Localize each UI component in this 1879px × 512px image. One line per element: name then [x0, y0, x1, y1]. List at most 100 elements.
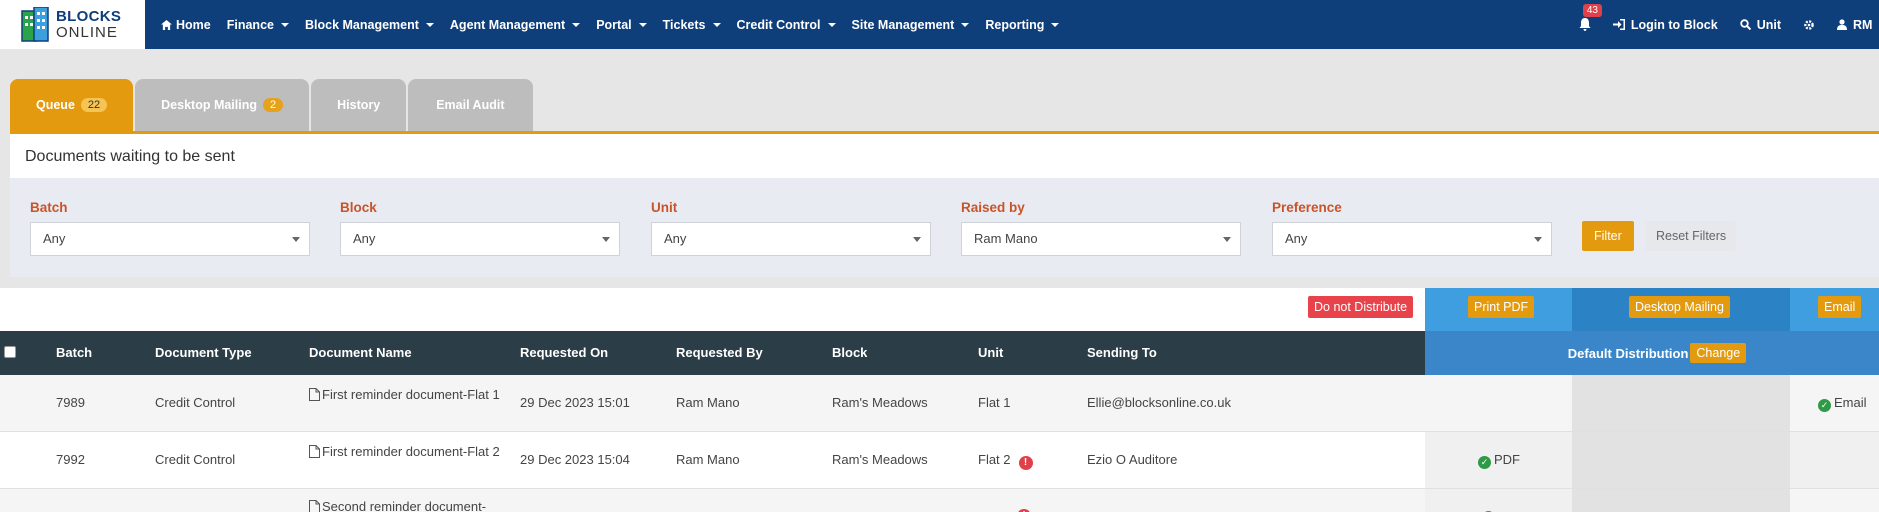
nav-credit-control[interactable]: Credit Control	[729, 18, 844, 32]
raised-by-select[interactable]: Ram Mano	[961, 222, 1241, 256]
chevron-down-icon	[425, 22, 434, 27]
row-requested-by: Ram Mano	[676, 395, 740, 410]
row-document-type: Credit Control	[155, 452, 236, 467]
desktop-mailing-cell	[1572, 375, 1790, 431]
row-sending-to: Ellie@blocksonline.co.uk	[1087, 395, 1231, 410]
raised-by-filter-label: Raised by	[961, 200, 1025, 215]
nav-tickets[interactable]: Tickets	[655, 18, 729, 32]
nav-block-management[interactable]: Block Management	[297, 18, 442, 32]
nav-portal[interactable]: Portal	[588, 18, 654, 32]
print-pdf-button[interactable]: Print PDF	[1468, 296, 1535, 318]
nav-home-label: Home	[176, 17, 211, 32]
block-select-value: Any	[353, 231, 376, 246]
header-requested-by[interactable]: Requested By	[676, 345, 763, 360]
row-document-name-link[interactable]: Second reminder document-	[309, 499, 486, 512]
chevron-down-icon	[1051, 22, 1060, 27]
row-sending-to: Ezio O Auditore	[1087, 452, 1178, 467]
tab-history[interactable]: History	[311, 79, 407, 131]
dropdown-caret-icon	[1223, 237, 1231, 242]
chevron-down-icon	[572, 22, 581, 27]
header-document-type[interactable]: Document Type	[155, 345, 252, 360]
row-batch: 7989	[56, 395, 85, 410]
nav-portal-label: Portal	[596, 17, 632, 32]
tab-desktop-mailing[interactable]: Desktop Mailing 2	[135, 79, 310, 131]
select-all-checkbox[interactable]	[4, 346, 16, 358]
block-filter-label: Block	[340, 200, 377, 215]
header-batch[interactable]: Batch	[56, 345, 92, 360]
dropdown-caret-icon	[913, 237, 921, 242]
tab-queue-count-badge: 22	[80, 98, 108, 112]
row-document-name: First reminder document-Flat 2	[322, 444, 500, 459]
exclamation-circle-icon[interactable]: !	[1018, 456, 1033, 470]
header-block[interactable]: Block	[832, 345, 867, 360]
block-select[interactable]: Any	[340, 222, 620, 256]
desktop-mailing-button[interactable]: Desktop Mailing	[1629, 296, 1730, 318]
building-logo-icon	[20, 5, 52, 43]
row-distribution-label: Email	[1834, 395, 1867, 410]
user-menu[interactable]: RM	[1837, 18, 1879, 32]
login-to-block-link[interactable]: Login to Block	[1612, 18, 1718, 32]
tab-desktop-mailing-label: Desktop Mailing	[161, 98, 257, 112]
preference-select[interactable]: Any	[1272, 222, 1552, 256]
tab-queue[interactable]: Queue 22	[10, 79, 134, 131]
check-circle-icon: ✓	[1818, 399, 1831, 412]
user-initials: RM	[1853, 17, 1873, 32]
tab-desktop-mailing-count-badge: 2	[263, 98, 284, 112]
app-logo[interactable]: BLOCKS ONLINE	[0, 0, 145, 49]
tab-email-audit[interactable]: Email Audit	[408, 79, 533, 131]
row-requested-on: 29 Dec 2023 15:04	[520, 452, 630, 467]
change-distribution-button[interactable]: Change	[1690, 343, 1747, 363]
email-button[interactable]: Email	[1818, 296, 1862, 318]
nav-finance[interactable]: Finance	[219, 18, 297, 32]
tab-queue-label: Queue	[36, 98, 75, 112]
row-unit: Flat 2!	[978, 452, 1033, 470]
header-requested-on[interactable]: Requested On	[520, 345, 608, 360]
nav-credit-control-label: Credit Control	[736, 17, 821, 32]
batch-select[interactable]: Any	[30, 222, 310, 256]
header-unit[interactable]: Unit	[978, 345, 1003, 360]
dropdown-caret-icon	[602, 237, 610, 242]
pdf-file-icon	[309, 445, 320, 458]
batch-filter-label: Batch	[30, 200, 68, 215]
table-row[interactable]: Second reminder document- ! ✓	[0, 489, 1879, 512]
nav-home[interactable]: Home	[153, 18, 219, 32]
row-distribution-label: PDF	[1494, 452, 1520, 467]
desktop-mailing-cell	[1572, 489, 1790, 512]
row-distribution-pdf[interactable]: ✓ PDF	[1478, 452, 1520, 469]
nav-agent-management-label: Agent Management	[449, 17, 566, 32]
nav-reporting[interactable]: Reporting	[977, 18, 1067, 32]
tab-email-audit-label: Email Audit	[436, 98, 505, 112]
table-row[interactable]: 7989 Credit Control First reminder docum…	[0, 375, 1879, 432]
header-sending-to[interactable]: Sending To	[1087, 345, 1157, 360]
unit-select[interactable]: Any	[651, 222, 931, 256]
main-menu: Home Finance Block Management Agent Mana…	[145, 0, 1067, 49]
nav-agent-management[interactable]: Agent Management	[442, 18, 588, 32]
row-document-name-link[interactable]: First reminder document-Flat 1	[309, 385, 509, 404]
batch-select-value: Any	[43, 231, 66, 246]
row-distribution-email[interactable]: ✓ Email	[1818, 395, 1867, 412]
unit-select-value: Any	[664, 231, 687, 246]
page-title: Documents waiting to be sent	[10, 134, 1879, 178]
notifications-button[interactable]: 43	[1579, 4, 1602, 31]
top-navbar: BLOCKS ONLINE Home Finance Block Managem…	[0, 0, 1879, 49]
row-document-type: Credit Control	[155, 395, 236, 410]
do-not-distribute-button[interactable]: Do not Distribute	[1308, 296, 1414, 318]
settings-button[interactable]	[1803, 19, 1815, 31]
raised-by-select-value: Ram Mano	[974, 231, 1038, 246]
row-document-name-link[interactable]: First reminder document-Flat 2	[309, 442, 509, 461]
reset-filters-button[interactable]: Reset Filters	[1646, 221, 1737, 251]
pdf-cell	[1425, 489, 1572, 512]
chevron-down-icon	[280, 22, 289, 27]
header-document-name[interactable]: Document Name	[309, 345, 412, 360]
table-row[interactable]: 7992 Credit Control First reminder docum…	[0, 432, 1879, 489]
row-unit-label: Flat 2	[978, 452, 1011, 467]
nav-site-management[interactable]: Site Management	[844, 18, 978, 32]
chevron-down-icon	[712, 22, 721, 27]
table-header: Batch Document Type Document Name Reques…	[0, 331, 1879, 375]
header-default-distribution: Default Distribution Change	[1425, 331, 1879, 375]
row-unit: Flat 1	[978, 395, 1011, 410]
desktop-mailing-cell	[1572, 432, 1790, 488]
nav-tickets-label: Tickets	[662, 17, 706, 32]
filter-button[interactable]: Filter	[1582, 221, 1634, 251]
unit-search-link[interactable]: Unit	[1739, 18, 1781, 32]
